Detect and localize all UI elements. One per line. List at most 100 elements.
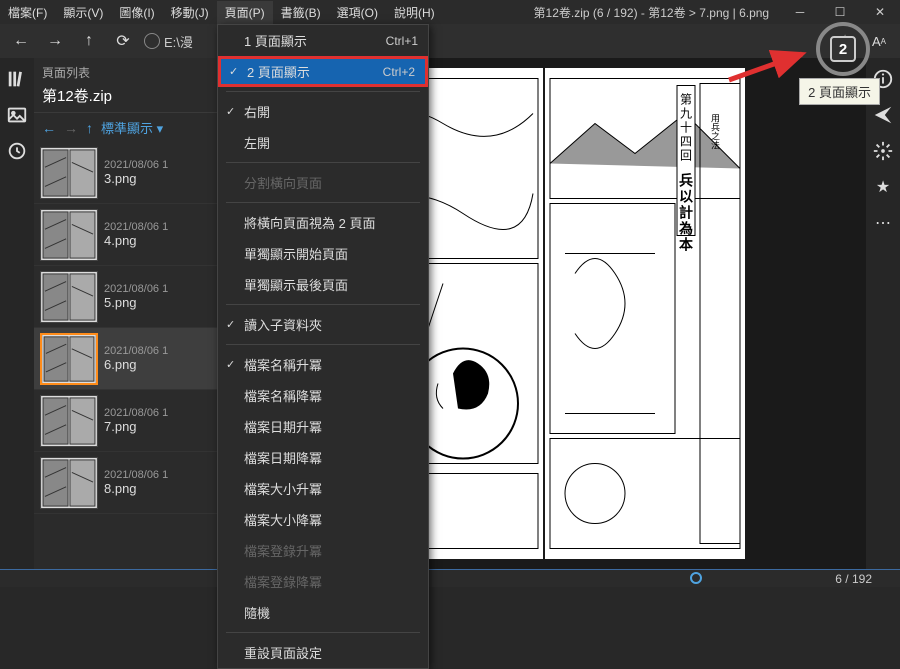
thumbnail-row[interactable]: 2021/08/06 1 7.png xyxy=(34,390,222,452)
annotation-circle: 2 xyxy=(816,22,870,76)
menu-item[interactable]: 重設頁面設定 xyxy=(218,637,428,668)
menu-item[interactable]: 檔案大小升冪 xyxy=(218,473,428,504)
menu-item: 檔案登錄升冪 xyxy=(218,535,428,566)
menu-item[interactable]: 隨機 xyxy=(218,597,428,628)
menu-item-label: 重設頁面設定 xyxy=(244,643,322,662)
thumbnail-meta: 2021/08/06 1 4.png xyxy=(104,221,216,248)
svg-text:兵: 兵 xyxy=(679,173,693,189)
svg-text:本: 本 xyxy=(679,237,694,253)
menu-item[interactable]: ✓2 頁面顯示Ctrl+2 xyxy=(218,56,428,87)
menu-separator xyxy=(226,344,420,345)
menu-separator xyxy=(226,304,420,305)
menu-item[interactable]: ✓檔案名稱升冪 xyxy=(218,349,428,380)
menu-item[interactable]: ✓讀入子資料夾 xyxy=(218,309,428,340)
thumbnail-row[interactable]: 2021/08/06 1 3.png xyxy=(34,142,222,204)
annotation-tooltip: 2 頁面顯示 xyxy=(799,78,880,105)
address-icon xyxy=(144,33,160,49)
menu-item-label: 讀入子資料夾 xyxy=(244,315,322,334)
menu-help[interactable]: 說明(H) xyxy=(386,1,443,24)
menu-item[interactable]: 左開 xyxy=(218,127,428,158)
up-button[interactable]: ↑ xyxy=(76,28,102,54)
close-button[interactable]: ✕ xyxy=(860,0,900,24)
nav-back-icon[interactable]: ← xyxy=(42,120,56,136)
page-counter: 6 / 192 xyxy=(835,572,872,586)
thumbnail-row[interactable]: 2021/08/06 1 8.png xyxy=(34,452,222,514)
thumbnail-name: 8.png xyxy=(104,481,216,496)
sidebar-nav: ← → ↑ 標準顯示 ▾ xyxy=(34,113,222,142)
menu-item-label: 分割橫向頁面 xyxy=(244,173,322,192)
thumbnail-name: 4.png xyxy=(104,233,216,248)
right-icon-bar: ★ ⋯ xyxy=(866,58,900,569)
thumbnail-date: 2021/08/06 1 xyxy=(104,407,216,419)
image-icon[interactable] xyxy=(6,104,28,126)
menu-separator xyxy=(226,632,420,633)
menu-image[interactable]: 圖像(I) xyxy=(111,1,162,24)
library-icon[interactable] xyxy=(6,68,28,90)
thumbnail-image xyxy=(40,271,98,323)
more-icon[interactable]: ⋯ xyxy=(872,212,894,234)
view-mode-dropdown[interactable]: 標準顯示 ▾ xyxy=(101,118,163,137)
menu-item-label: 右開 xyxy=(244,102,270,121)
menu-item[interactable]: 單獨顯示最後頁面 xyxy=(218,269,428,300)
menu-separator xyxy=(226,162,420,163)
thumbnail-name: 7.png xyxy=(104,419,216,434)
address-bar[interactable]: E:\漫 xyxy=(144,32,193,51)
menu-options[interactable]: 選項(O) xyxy=(329,1,386,24)
menu-item[interactable]: 檔案日期升冪 xyxy=(218,411,428,442)
menu-item-label: 檔案大小升冪 xyxy=(244,479,322,498)
star-icon[interactable]: ★ xyxy=(872,176,894,198)
annotation-highlight: 2 2 頁面顯示 xyxy=(816,22,870,76)
window-controls: ─ ☐ ✕ xyxy=(780,0,900,24)
toolbar: ← → ↑ ⟳ E:\漫 ☆ AA xyxy=(0,24,900,58)
menu-item[interactable]: 檔案名稱降冪 xyxy=(218,380,428,411)
thumbnail-image xyxy=(40,333,98,385)
thumbnail-name: 6.png xyxy=(104,357,216,372)
menu-item-label: 檔案日期升冪 xyxy=(244,417,322,436)
nav-up-icon[interactable]: ↑ xyxy=(86,120,93,136)
menu-item-label: 檔案大小降冪 xyxy=(244,510,322,529)
thumbnail-name: 5.png xyxy=(104,295,216,310)
thumbnail-row[interactable]: 2021/08/06 1 4.png xyxy=(34,204,222,266)
thumbnail-image xyxy=(40,147,98,199)
menu-item-label: 檔案日期降冪 xyxy=(244,448,322,467)
reload-button[interactable]: ⟳ xyxy=(110,28,136,54)
svg-text:十: 十 xyxy=(680,121,692,135)
menu-item[interactable]: 檔案日期降冪 xyxy=(218,442,428,473)
back-button[interactable]: ← xyxy=(8,28,34,54)
menu-view[interactable]: 顯示(V) xyxy=(55,1,111,24)
menu-separator xyxy=(226,202,420,203)
nav-forward-icon[interactable]: → xyxy=(64,120,78,136)
history-icon[interactable] xyxy=(6,140,28,162)
menu-item[interactable]: 單獨顯示開始頁面 xyxy=(218,238,428,269)
menu-page[interactable]: 頁面(P) xyxy=(217,1,273,24)
navigate-icon[interactable] xyxy=(872,104,894,126)
menu-bookmark[interactable]: 書籤(B) xyxy=(273,1,329,24)
thumbnail-row[interactable]: 2021/08/06 1 6.png xyxy=(34,328,222,390)
thumbnail-row[interactable]: 2021/08/06 1 5.png xyxy=(34,266,222,328)
menu-item-label: 2 頁面顯示 xyxy=(247,62,310,81)
thumbnail-date: 2021/08/06 1 xyxy=(104,345,216,357)
menu-item[interactable]: 檔案大小降冪 xyxy=(218,504,428,535)
progress-handle[interactable] xyxy=(690,572,702,584)
thumbnail-meta: 2021/08/06 1 7.png xyxy=(104,407,216,434)
menu-item[interactable]: ✓右開 xyxy=(218,96,428,127)
forward-button[interactable]: → xyxy=(42,28,68,54)
minimize-button[interactable]: ─ xyxy=(780,0,820,24)
svg-text:計: 計 xyxy=(679,205,693,221)
maximize-button[interactable]: ☐ xyxy=(820,0,860,24)
thumbnail-meta: 2021/08/06 1 5.png xyxy=(104,283,216,310)
status-bar: 6 / 192 xyxy=(0,569,900,587)
menu-separator xyxy=(226,91,420,92)
svg-text:用兵之法: 用兵之法 xyxy=(710,113,720,150)
thumbnail-date: 2021/08/06 1 xyxy=(104,159,216,171)
window-title: 第12卷.zip (6 / 192) - 第12卷 > 7.png | 6.pn… xyxy=(443,4,780,21)
thumbnail-image xyxy=(40,395,98,447)
effects-icon[interactable] xyxy=(872,140,894,162)
menu-item[interactable]: 1 頁面顯示Ctrl+1 xyxy=(218,25,428,56)
menu-item[interactable]: 將橫向頁面視為 2 頁面 xyxy=(218,207,428,238)
menu-bar: 檔案(F) 顯示(V) 圖像(I) 移動(J) 頁面(P) 書籤(B) 選項(O… xyxy=(0,0,900,24)
address-text: E:\漫 xyxy=(164,32,193,51)
sidebar: 頁面列表 第12卷.zip ← → ↑ 標準顯示 ▾ 2021/08/06 1 … xyxy=(34,58,222,569)
menu-file[interactable]: 檔案(F) xyxy=(0,1,55,24)
menu-move[interactable]: 移動(J) xyxy=(163,1,217,24)
